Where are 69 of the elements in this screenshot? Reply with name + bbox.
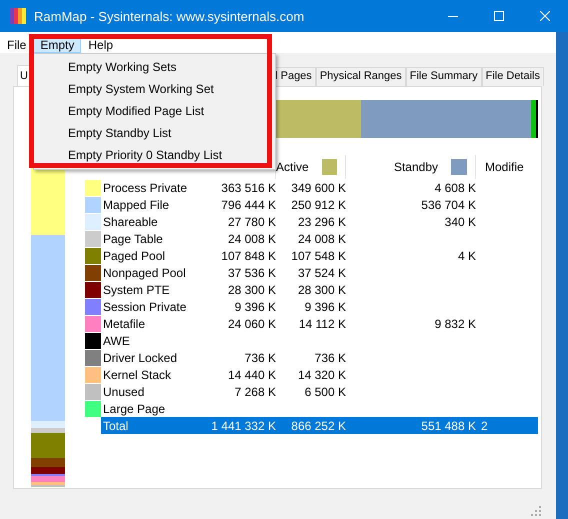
tab[interactable]: File Summary [406,67,482,86]
row-label: Process Private [102,180,188,194]
table-cell-text: 9 396 K [234,300,276,314]
row-label: Paged Pool [102,248,166,262]
total-row[interactable]: Total 1 441 332 K 866 252 K 551 488 K 2 [101,417,538,434]
table-cell-text: 1 441 332 K [210,418,276,432]
tab[interactable]: Physical Ranges [316,67,406,86]
row-label: Page Table [102,232,164,246]
row-label: Metafile [102,316,146,330]
table-cell-text: 536 704 K [420,198,476,212]
table-cell-text: 37 524 K [296,266,346,280]
menu-item[interactable]: Help [81,38,120,53]
row-label: Session Private [102,300,188,314]
table-cell-text: 9 832 K [434,316,476,330]
table-cell-text: 14 440 K [226,368,276,382]
table-cell-text: 24 008 K [226,232,276,246]
table-cell-text: 37 536 K [226,266,276,280]
menu-option[interactable]: Empty Working Sets [68,59,176,75]
table-cell-text: 363 516 K [220,180,276,194]
table-cell-text: 24 008 K [296,232,346,246]
table-cell-text: 340 K [444,214,476,228]
menu-option[interactable]: Empty Standby List [68,125,172,141]
table-cell-text: 23 296 K [296,214,346,228]
table-cell-text: 14 112 K [298,316,346,330]
table-cell-text: 796 444 K [220,198,276,212]
table-cell-text: 28 300 K [226,282,276,296]
table-cell-text: 28 300 K [296,282,346,296]
menu-option[interactable]: Empty Priority 0 Standby List [68,147,222,163]
row-label: Mapped File [102,198,170,212]
row-label: AWE [102,334,131,348]
table-cell-text: 27 780 K [226,214,276,228]
row-label: Unused [102,384,146,398]
close-icon[interactable] [540,11,550,21]
table-cell-text: 107 548 K [290,248,346,262]
row-label: Kernel Stack [102,368,172,382]
column-header: Active [276,160,309,174]
table-cell-text: 14 320 K [296,368,346,382]
app-icon [10,7,26,25]
row-label: Large Page [102,402,166,416]
table-cell-text: 2 [480,418,489,432]
table-cell-text: 250 912 K [290,198,346,212]
row-label: System PTE [102,282,171,296]
table-cell-text: 866 252 K [290,418,346,432]
table-cell-text: 6 500 K [304,384,346,398]
tab[interactable]: U [17,65,30,86]
menu-option[interactable]: Empty Modified Page List [68,103,204,119]
column-header: Modifie [485,160,524,174]
resize-grip-icon[interactable] [531,506,541,516]
table-cell-text: 9 396 K [304,300,346,314]
row-label: Total [102,418,130,432]
column-header: Standby [394,160,438,174]
table-cell-text: 736 K [314,350,346,364]
menu-item[interactable]: Empty [33,38,82,53]
table-cell-text: 736 K [244,350,276,364]
menu-item[interactable]: File [0,38,34,53]
table-cell-text: 107 848 K [220,248,276,262]
tab[interactable]: File Details [482,67,544,86]
row-label: Shareable [102,214,159,228]
table-cell-text: 551 488 K [420,418,476,432]
menu-option[interactable]: Empty System Working Set [68,81,214,97]
table-cell-text: 349 600 K [290,180,346,194]
table-cell-text: 4 K [456,248,476,262]
maximize-icon[interactable] [494,11,504,21]
window-title: RamMap - Sysinternals: www.sysinternals.com [34,8,306,24]
table-cell-text: 24 060 K [226,316,276,330]
table-cell-text: 7 268 K [234,384,276,398]
row-label: Nonpaged Pool [102,266,187,280]
row-label: Driver Locked [102,350,178,364]
table-cell-text: 4 608 K [434,180,476,194]
